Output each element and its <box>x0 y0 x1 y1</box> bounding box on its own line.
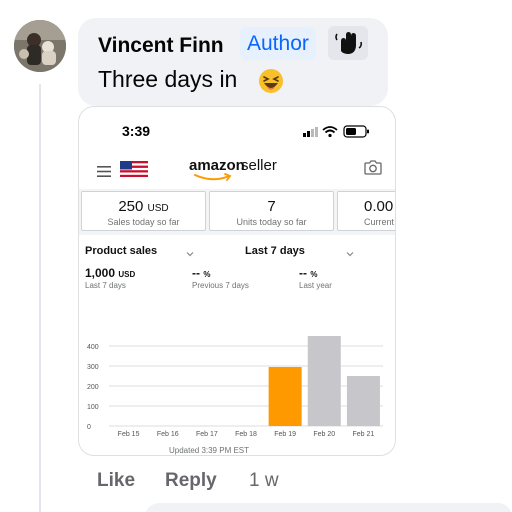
stat-caption: Sales today so far <box>107 217 180 227</box>
reply-button[interactable]: Reply <box>165 470 217 492</box>
stat-caption: Units today so far <box>236 217 307 227</box>
x-tick-label: Feb 21 <box>353 431 375 438</box>
stat-caption: Current <box>364 217 395 227</box>
y-tick-label: 300 <box>87 364 99 371</box>
x-tick-label: Feb 19 <box>274 431 296 438</box>
status-bar-icons <box>303 124 373 138</box>
x-tick-label: Feb 20 <box>313 431 335 438</box>
metric-selector[interactable]: Product sales <box>85 245 157 257</box>
metric-label-last-year: Last year <box>299 281 332 290</box>
x-tick-label: Feb 15 <box>118 431 140 438</box>
y-tick-label: 400 <box>87 344 99 351</box>
amazon-seller-logo: amazon seller <box>189 157 289 185</box>
status-bar-time: 3:39 <box>122 123 151 139</box>
attached-screenshot[interactable]: 3:39 amazon seller 250 USD Sales today s… <box>78 106 396 456</box>
author-name[interactable]: Vincent Finn <box>98 34 224 58</box>
stat-card-current[interactable]: 0.00 Current <box>337 191 395 231</box>
metric-value-last-year: -- % <box>299 266 318 280</box>
stat-value: 250 USD <box>118 198 169 215</box>
y-tick-label: 200 <box>87 384 99 391</box>
y-tick-label: 0 <box>87 424 91 431</box>
stat-card-units[interactable]: 7 Units today so far <box>209 191 334 231</box>
like-button[interactable]: Like <box>97 470 135 492</box>
waving-hand-icon <box>328 26 368 60</box>
metric-label-last7: Last 7 days <box>85 281 126 290</box>
chevron-down-icon[interactable] <box>185 245 195 257</box>
updated-timestamp: Updated 3:39 PM EST <box>168 446 250 455</box>
menu-icon[interactable] <box>97 164 111 177</box>
sales-bar-chart: 0 100 200 300 400 Feb 15 Feb 16 Feb 17 Feb 18 Feb… <box>87 336 383 438</box>
metric-value-previous: -- % <box>192 266 211 280</box>
avatar[interactable] <box>14 20 66 72</box>
thread-line <box>39 84 41 512</box>
comment-text: Three days in <box>98 66 238 92</box>
camera-icon[interactable] <box>364 159 382 175</box>
comment-timestamp[interactable]: 1 w <box>249 470 279 492</box>
comment-bubble: Vincent Finn Author Three days in <box>78 18 388 106</box>
stats-strip: 250 USD Sales today so far 7 Units today… <box>79 189 395 235</box>
stat-value: 0.00 <box>364 198 394 215</box>
y-tick-label: 100 <box>87 404 99 411</box>
logo-brand: amazon <box>189 157 245 174</box>
author-badge: Author <box>240 27 316 60</box>
range-selector[interactable]: Last 7 days <box>245 245 305 257</box>
logo-suffix: seller <box>241 157 277 174</box>
x-tick-label: Feb 16 <box>157 431 179 438</box>
bar <box>307 336 341 426</box>
metric-label-previous: Previous 7 days <box>192 281 249 290</box>
us-flag-icon[interactable] <box>120 161 148 177</box>
bar <box>268 367 302 426</box>
chevron-down-icon[interactable] <box>345 245 355 257</box>
metric-value-last7: 1,000 USD <box>85 266 136 280</box>
amazon-smile-icon <box>194 173 232 181</box>
stat-value: 7 <box>267 198 276 215</box>
x-tick-label: Feb 18 <box>235 431 257 438</box>
bar <box>346 376 380 426</box>
next-comment-bubble <box>145 503 512 512</box>
stat-card-sales[interactable]: 250 USD Sales today so far <box>81 191 206 231</box>
x-tick-label: Feb 17 <box>196 431 218 438</box>
laughing-face-icon <box>258 68 284 94</box>
